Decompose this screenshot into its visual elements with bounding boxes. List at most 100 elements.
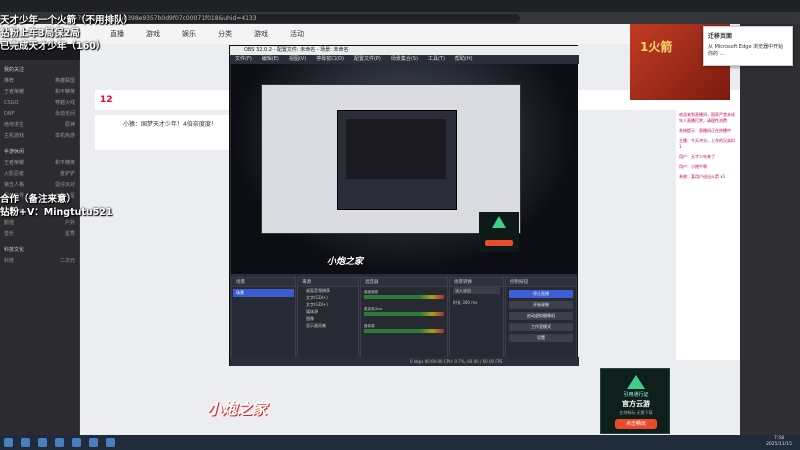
- browser-tab-strip[interactable]: [0, 0, 800, 12]
- dock-title: 场景转换: [450, 278, 503, 287]
- source-item[interactable]: 媒体源: [298, 308, 358, 315]
- sidebar-section-head: 科技文化: [4, 247, 25, 253]
- sidebar-item[interactable]: 王者荣耀: [4, 158, 24, 169]
- obs-preview[interactable]: 小炮之家: [231, 64, 577, 274]
- sidebar-item[interactable]: 单机热游: [55, 131, 75, 142]
- chat-message: 系统提示：直播间正在热播中: [679, 128, 731, 133]
- scenes-dock: 场景 场景: [231, 277, 296, 365]
- stream-logo: 小炮之家: [207, 400, 268, 418]
- promo-button[interactable]: 点击畅玩: [615, 419, 657, 429]
- obs-app-icon[interactable]: [72, 438, 81, 447]
- promo-subtitle: 在线畅玩 无需下载: [619, 410, 653, 415]
- sidebar-item[interactable]: 穿越火线: [55, 98, 75, 109]
- sidebar-item[interactable]: 和平精英: [55, 158, 75, 169]
- sidebar-item[interactable]: 英雄联盟: [55, 76, 75, 87]
- mixer-channel: 桌面音频: [364, 290, 444, 304]
- sidebar-item[interactable]: 主机游戏: [4, 131, 24, 142]
- promo-card[interactable]: 引用通行证 官方云游 在线畅玩 无需下载 点击畅玩: [600, 368, 670, 434]
- obs-window: OBS 32.0.2 - 配置文件: 未命名 - 场景: 未命名 文件(F) 编辑…: [229, 45, 579, 366]
- file-explorer-icon[interactable]: [55, 438, 64, 447]
- popup-title: 迁移页面: [708, 33, 733, 40]
- sidebar-item[interactable]: 和平精英: [55, 87, 75, 98]
- ad-text: 1火箭: [640, 40, 673, 54]
- sidebar-item[interactable]: DNF: [4, 109, 14, 120]
- search-icon[interactable]: [21, 438, 30, 447]
- left-sidebar: 我的关注 推荐 英雄联盟 王者荣耀 和平精英 CSGO 穿越火线 DNF 永劫无间 绝地求生 原神主…: [0, 60, 80, 435]
- migration-popup[interactable]: 迁移页面 从 Microsoft Edge 浏览器中开始你的 ...: [703, 26, 793, 66]
- sidebar-item[interactable]: 第五人格: [4, 180, 24, 191]
- obs-menu-bar: 文件(F) 编辑(E) 视图(V) 停靠窗口(D) 配置文件(P) 场景集合(S) 工具(T…: [230, 55, 579, 64]
- promo-button-mini: [485, 240, 513, 246]
- volume-meter[interactable]: [364, 295, 444, 299]
- duration-input[interactable]: 300 ms: [462, 300, 477, 305]
- stream-overlay-text: 天才少年一个火箭（不用排队） 钻粉上车3局保2局 已完成天才少年（160）: [0, 14, 140, 74]
- wechat-icon[interactable]: [106, 438, 115, 447]
- sidebar-item[interactable]: 王者荣耀: [4, 87, 24, 98]
- nested-obs-window: [337, 110, 457, 210]
- sidebar-row: 王者荣耀 和平精英: [0, 158, 79, 169]
- obs-menu-item[interactable]: 场景集合(S): [391, 55, 418, 64]
- transition-select[interactable]: 淡入淡出: [453, 287, 500, 294]
- sidebar-row: 音乐 星秀: [0, 229, 79, 240]
- sidebar-row: 第五人格 蛋仔派对: [0, 180, 79, 191]
- chat-message: 欢迎来到直播间，国家严禁未成年人直播打赏，请理性消费: [679, 112, 735, 123]
- sidebar-item[interactable]: 原神: [65, 120, 75, 131]
- sidebar-row: 绝地求生 原神: [0, 120, 79, 131]
- source-item[interactable]: 文字(GDI+): [298, 301, 358, 308]
- obs-menu-item[interactable]: 配置文件(P): [354, 55, 381, 64]
- mixer-channel: 麦克风/Aux: [364, 307, 444, 321]
- obs-title-bar[interactable]: OBS 32.0.2 - 配置文件: 未命名 - 场景: 未命名: [230, 46, 579, 55]
- sidebar-item[interactable]: 金铲铲: [60, 169, 75, 180]
- nav-item[interactable]: 游戏: [254, 29, 268, 39]
- settings-button[interactable]: 设置: [509, 334, 573, 342]
- nav-item[interactable]: 分类: [218, 29, 232, 39]
- edge-browser-icon[interactable]: [38, 438, 47, 447]
- volume-meter[interactable]: [364, 329, 444, 333]
- dock-title: 混音器: [361, 278, 447, 287]
- chrome-browser-icon[interactable]: [89, 438, 98, 447]
- nav-item[interactable]: 活动: [290, 29, 304, 39]
- sidebar-item[interactable]: 星秀: [65, 229, 75, 240]
- obs-menu-item[interactable]: 工具(T): [428, 55, 445, 64]
- clock-date: 2025/11/15: [766, 442, 792, 447]
- nav-item[interactable]: 娱乐: [182, 29, 196, 39]
- source-item[interactable]: 图像: [298, 315, 358, 322]
- brand-logo-icon: [627, 375, 645, 389]
- chat-message: 用户：天才少年来了: [679, 154, 715, 159]
- source-item[interactable]: 文字(GDI+): [298, 294, 358, 301]
- sidebar-item[interactable]: 绝地求生: [4, 120, 24, 131]
- obs-menu-item[interactable]: 文件(F): [235, 55, 252, 64]
- sidebar-item[interactable]: 蛋仔派对: [55, 180, 75, 191]
- sidebar-item[interactable]: CSGO: [4, 98, 18, 109]
- sources-dock: 来源 桌面音频捕获 文字(GDI+) 文字(GDI+) 媒体源 图像 显示器采集: [297, 277, 359, 365]
- scene-item[interactable]: 场景: [233, 289, 294, 297]
- sidebar-item[interactable]: 音乐: [4, 229, 14, 240]
- chat-message: 主播：今天冲分，上车的兄弟扣1: [679, 138, 735, 149]
- obs-menu-item[interactable]: 视图(V): [289, 55, 306, 64]
- sidebar-row: 王者荣耀 和平精英: [0, 87, 79, 98]
- obs-menu-item[interactable]: 帮助(H): [455, 55, 473, 64]
- stream-overlay-contact: 合作（备注来意） 钻粉+V：Mingtutu521: [0, 193, 120, 223]
- start-recording-button[interactable]: 开始录制: [509, 301, 573, 309]
- obs-menu-item[interactable]: 停靠窗口(D): [316, 55, 344, 64]
- obs-menu-item[interactable]: 编辑(E): [262, 55, 279, 64]
- sidebar-item[interactable]: 推荐: [4, 76, 14, 87]
- source-item[interactable]: 桌面音频捕获: [298, 287, 358, 294]
- brand-logo-icon: [492, 216, 506, 228]
- studio-mode-button[interactable]: 工作室模式: [509, 323, 573, 331]
- stop-streaming-button[interactable]: 停止直播: [509, 290, 573, 298]
- volume-meter[interactable]: [364, 312, 444, 316]
- audio-mixer-dock: 混音器 桌面音频 麦克风/Aux 媒体源: [360, 277, 448, 365]
- windows-start-icon[interactable]: [4, 438, 13, 447]
- sidebar-item[interactable]: 二次元: [60, 256, 75, 267]
- source-item[interactable]: 显示器采集: [298, 322, 358, 329]
- sidebar-row: 主机游戏 单机热游: [0, 131, 79, 142]
- virtual-camera-button[interactable]: 启动虚拟摄像机: [509, 312, 573, 320]
- sidebar-item[interactable]: 科技: [4, 256, 14, 267]
- system-clock[interactable]: 7:58 2025/11/15: [766, 436, 792, 448]
- nav-item[interactable]: 游戏: [146, 29, 160, 39]
- nested-preview: [346, 119, 446, 179]
- obs-status-bar: 0 kbps 00:00:00 CPU: 0.7%, 60.00 / 60.00…: [230, 357, 579, 366]
- sidebar-item[interactable]: 火影忍者: [4, 169, 24, 180]
- sidebar-item[interactable]: 永劫无间: [55, 109, 75, 120]
